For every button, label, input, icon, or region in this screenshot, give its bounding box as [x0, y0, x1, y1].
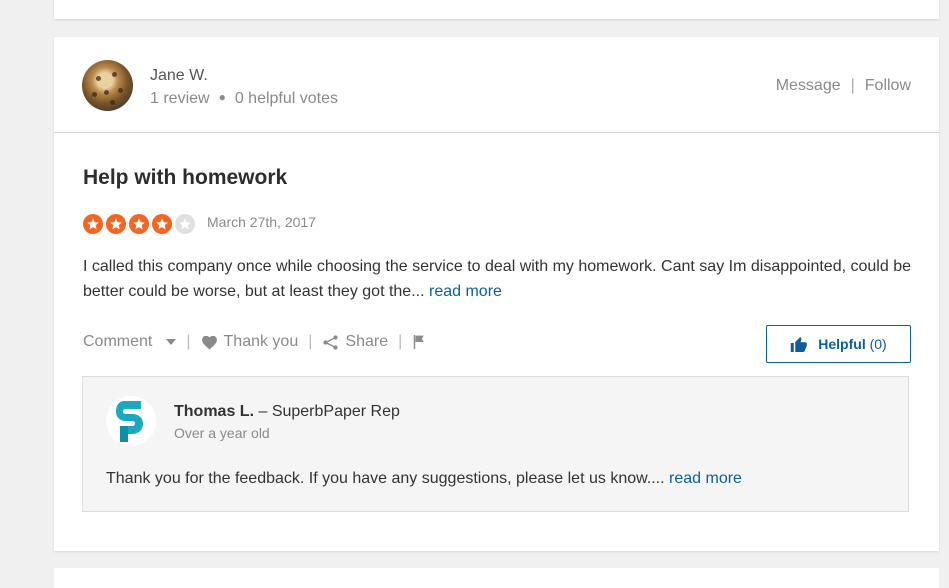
- review-body: I called this company once while choosin…: [83, 254, 913, 304]
- share-icon: [323, 334, 338, 350]
- star-icon-filled: [106, 214, 126, 234]
- user-actions: Message | Follow: [776, 77, 911, 95]
- bullet-separator: ●: [218, 90, 226, 104]
- reply-author-line: Thomas L. – SuperbPaper Rep: [174, 403, 400, 421]
- share-label: Share: [345, 333, 389, 350]
- thumbs-up-icon: [791, 336, 808, 352]
- reply-role: – SuperbPaper Rep: [258, 403, 400, 420]
- action-separator: |: [850, 77, 855, 94]
- follow-link[interactable]: Follow: [865, 77, 911, 94]
- flag-button[interactable]: [412, 334, 426, 350]
- read-more-link[interactable]: read more: [429, 283, 502, 300]
- reply-time: Over a year old: [174, 425, 270, 441]
- company-logo: [106, 396, 156, 446]
- header-divider: [54, 132, 939, 133]
- action-divider: |: [398, 333, 403, 350]
- star-icon-empty: [175, 214, 195, 234]
- user-name[interactable]: Jane W.: [150, 67, 208, 85]
- next-review-card: [54, 568, 939, 588]
- star-icon-filled: [152, 214, 172, 234]
- helpful-button[interactable]: Helpful (0): [766, 325, 911, 363]
- previous-review-card: [54, 0, 939, 19]
- review-action-bar: Comment | Thank you | Share |: [83, 333, 426, 351]
- reply-text: Thank you for the feedback. If you have …: [106, 470, 665, 487]
- thank-you-button[interactable]: Thank you: [201, 333, 299, 351]
- caret-down-icon: [166, 339, 177, 345]
- review-count: 1 review: [150, 90, 210, 107]
- comment-label: Comment: [83, 333, 153, 350]
- review-title: Help with homework: [83, 166, 288, 189]
- thank-you-label: Thank you: [223, 333, 299, 350]
- comment-button[interactable]: Comment: [83, 333, 177, 351]
- reply-body: Thank you for the feedback. If you have …: [106, 470, 742, 488]
- helpful-votes-count: 0 helpful votes: [234, 90, 339, 107]
- review-date: March 27th, 2017: [207, 214, 316, 230]
- message-link[interactable]: Message: [776, 77, 841, 94]
- flag-icon: [414, 335, 424, 349]
- heart-icon: [201, 335, 217, 350]
- reply-read-more-link[interactable]: read more: [669, 470, 742, 487]
- action-divider: |: [186, 333, 191, 350]
- user-avatar[interactable]: [82, 60, 133, 111]
- action-divider: |: [308, 333, 313, 350]
- star-rating: [83, 214, 195, 234]
- share-button[interactable]: Share: [322, 333, 388, 351]
- helpful-label: Helpful (0): [818, 336, 887, 352]
- star-icon-filled: [83, 214, 103, 234]
- company-reply: Thomas L. – SuperbPaper Rep Over a year …: [82, 376, 909, 512]
- user-stats: 1 review ● 0 helpful votes: [150, 90, 338, 108]
- review-card: Jane W. 1 review ● 0 helpful votes Message…: [54, 37, 939, 551]
- reply-author: Thomas L.: [174, 403, 255, 420]
- star-icon-filled: [129, 214, 149, 234]
